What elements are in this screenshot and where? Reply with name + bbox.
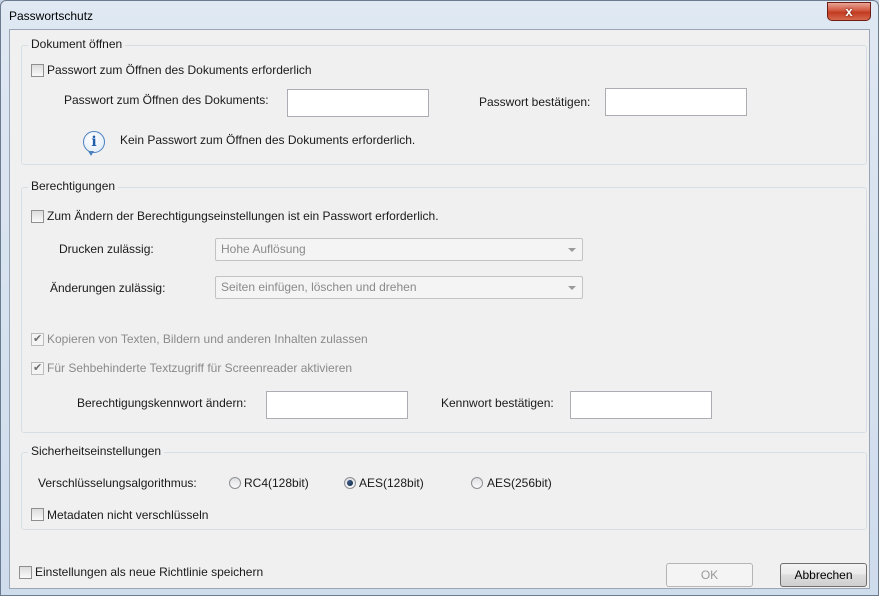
- radio-rc4-128-label: RC4(128bit): [244, 476, 309, 490]
- radio-rc4-128[interactable]: [229, 477, 241, 489]
- close-icon: x: [845, 4, 853, 19]
- radio-aes-128[interactable]: [344, 477, 356, 489]
- cancel-button[interactable]: Abbrechen: [780, 563, 867, 587]
- changes-allowed-select[interactable]: Seiten einfügen, löschen und drehen: [215, 276, 583, 299]
- open-password-confirm-input[interactable]: [605, 88, 747, 116]
- save-as-policy-checkbox[interactable]: [19, 566, 32, 579]
- security-settings-legend: Sicherheitseinstellungen: [28, 444, 165, 458]
- encryption-algorithm-label: Verschlüsselungsalgorithmus:: [38, 476, 197, 490]
- change-permission-password-label: Berechtigungskennwort ändern:: [77, 396, 247, 410]
- do-not-encrypt-metadata-label: Metadaten nicht verschlüsseln: [47, 508, 209, 522]
- do-not-encrypt-metadata-checkbox[interactable]: [31, 508, 44, 521]
- title-bar[interactable]: Passwortschutz x: [1, 1, 878, 29]
- allow-copy-label: Kopieren von Texten, Bildern und anderen…: [47, 332, 368, 346]
- allow-copy-checkbox[interactable]: [31, 332, 44, 346]
- radio-aes-256-label: AES(256bit): [487, 476, 552, 490]
- radio-aes-128-label: AES(128bit): [359, 476, 424, 490]
- require-permissions-password-checkbox[interactable]: [31, 210, 44, 223]
- open-password-confirm-label: Passwort bestätigen:: [479, 95, 591, 109]
- ok-button[interactable]: OK: [666, 563, 753, 587]
- chevron-down-icon: [568, 286, 576, 290]
- open-password-label: Passwort zum Öffnen des Dokuments:: [64, 93, 269, 107]
- require-open-password-checkbox[interactable]: [31, 64, 44, 77]
- permissions-legend: Berechtigungen: [28, 179, 119, 193]
- print-allowed-select[interactable]: Hohe Auflösung: [215, 238, 583, 261]
- require-open-password-label: Passwort zum Öffnen des Dokuments erford…: [47, 63, 312, 77]
- open-password-info-text: Kein Passwort zum Öffnen des Dokuments e…: [120, 133, 416, 147]
- radio-aes-256[interactable]: [471, 477, 483, 489]
- password-protection-dialog: Passwortschutz x Dokument öffnen Passwor…: [0, 0, 879, 596]
- changes-allowed-value: Seiten einfügen, löschen und drehen: [221, 280, 417, 294]
- close-button[interactable]: x: [827, 2, 871, 21]
- info-icon: i: [83, 131, 105, 156]
- open-password-input[interactable]: [287, 89, 429, 117]
- save-as-policy-label: Einstellungen als neue Richtlinie speich…: [35, 565, 264, 579]
- document-open-legend: Dokument öffnen: [28, 37, 126, 51]
- require-permissions-password-label: Zum Ändern der Berechtigungseinstellunge…: [47, 209, 439, 223]
- screenreader-access-label: Für Sehbehinderte Textzugriff für Screen…: [47, 361, 353, 375]
- chevron-down-icon: [568, 248, 576, 252]
- permission-password-confirm-input[interactable]: [570, 391, 712, 419]
- dialog-client-area: Dokument öffnen Passwort zum Öffnen des …: [9, 29, 870, 589]
- dialog-title: Passwortschutz: [9, 9, 94, 23]
- print-allowed-value: Hohe Auflösung: [221, 242, 306, 256]
- permission-password-confirm-label: Kennwort bestätigen:: [441, 396, 554, 410]
- print-allowed-label: Drucken zulässig:: [59, 242, 154, 256]
- changes-allowed-label: Änderungen zulässig:: [50, 281, 166, 295]
- change-permission-password-input[interactable]: [266, 391, 408, 419]
- screenreader-access-checkbox[interactable]: [31, 361, 44, 375]
